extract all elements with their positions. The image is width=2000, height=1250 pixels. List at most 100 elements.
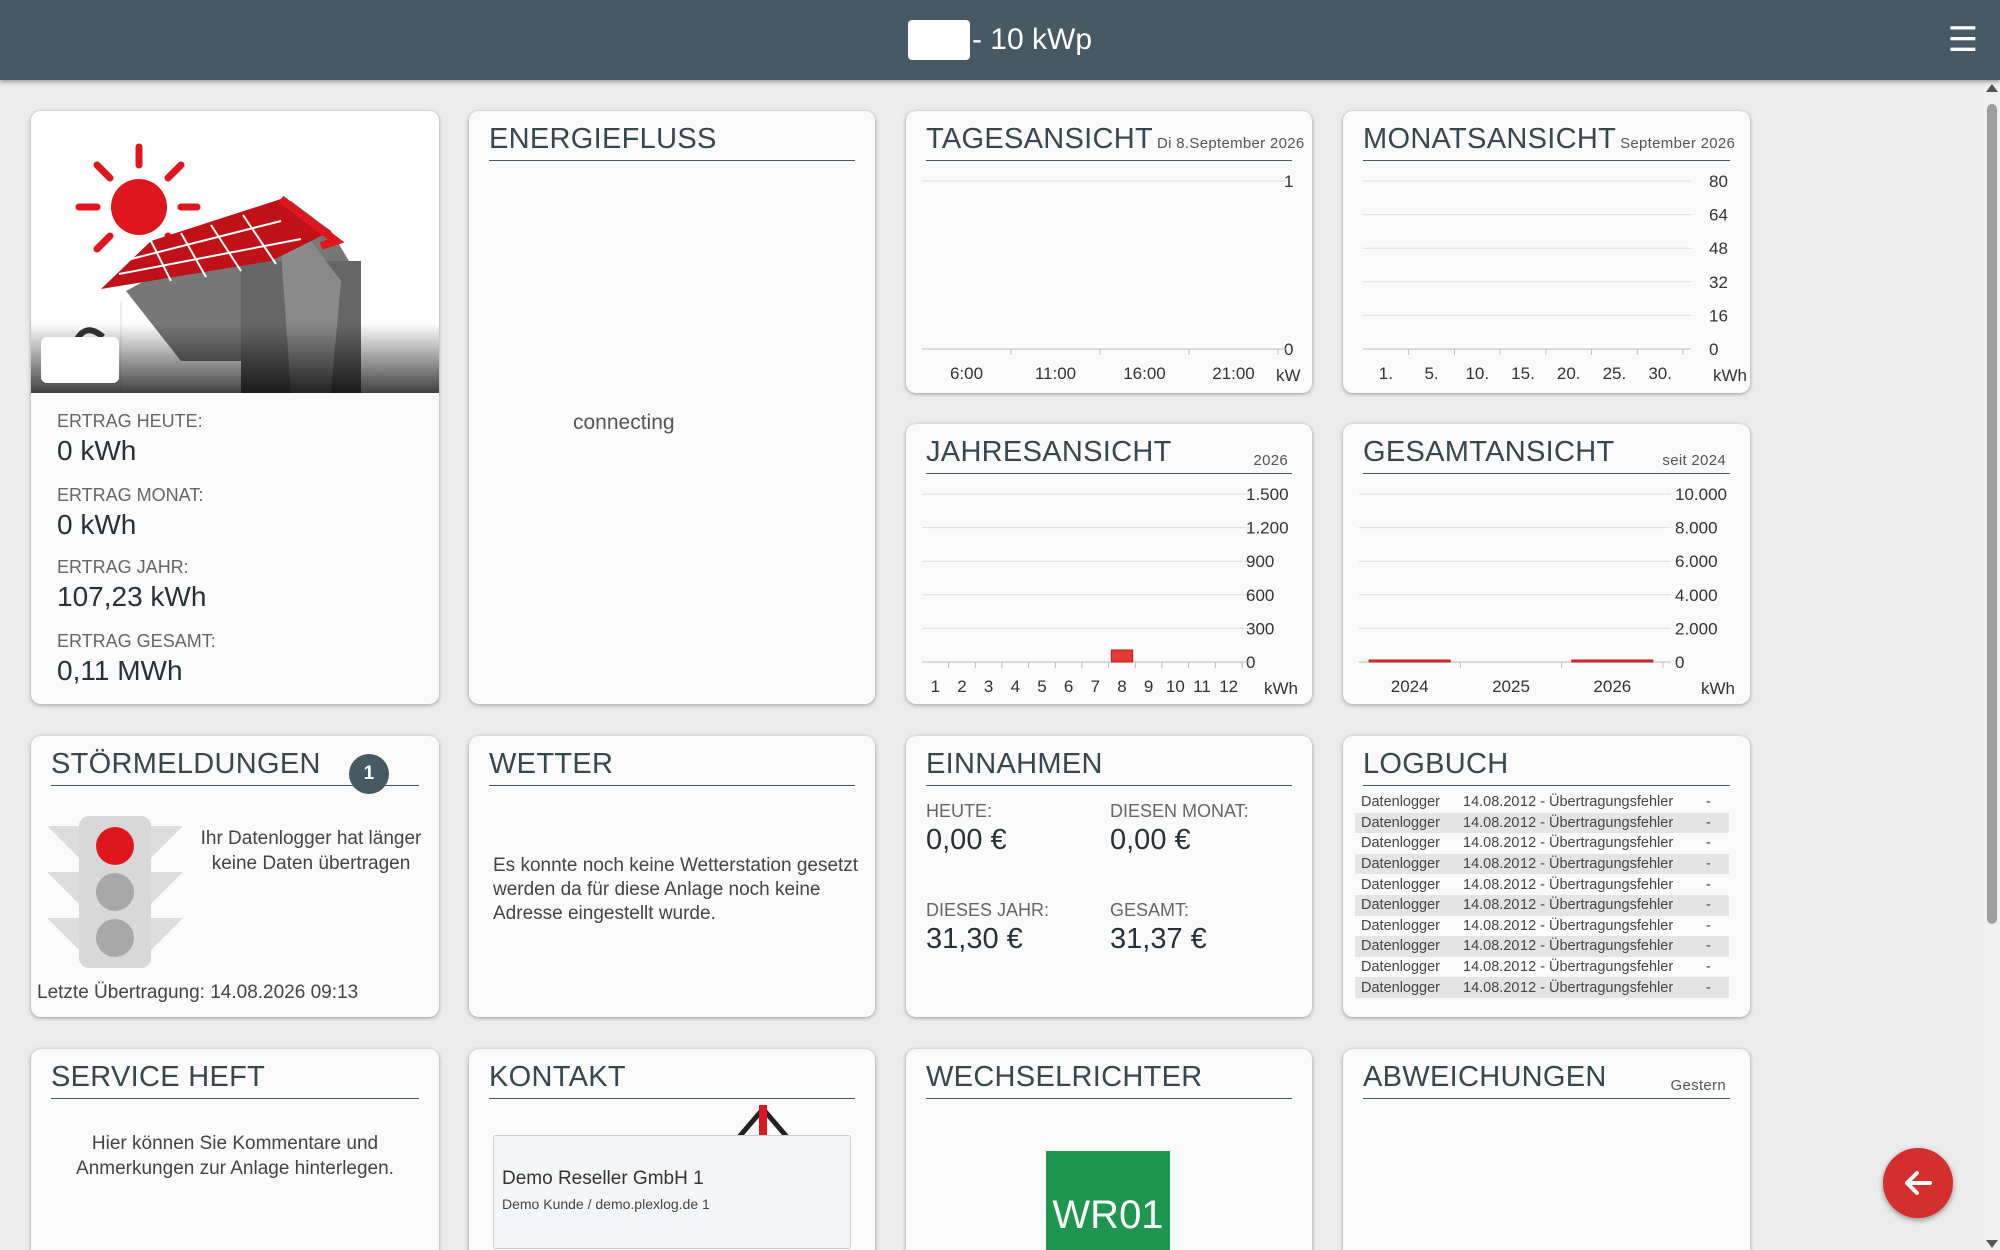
income-value-gesamt: 31,37 € (1110, 923, 1207, 955)
log-date: 14.08.2026 (1463, 959, 1520, 976)
card-title: STÖRMELDUNGEN 1 (51, 748, 419, 794)
kontakt-card[interactable]: KONTAKT Demo Reseller GmbH 1 Demo Kunde … (469, 1049, 875, 1250)
tagesansicht-card[interactable]: TAGESANSICHT Di 8.September 2026 0 1 kW 6:00… (906, 111, 1312, 393)
x-tick-label: 15. (1511, 364, 1535, 383)
traffic-light-icon (47, 816, 183, 968)
scroll-up-arrow-icon[interactable] (1986, 84, 1998, 92)
x-tick-label: 7 (1091, 677, 1100, 696)
income-value-jahr: 31,30 € (926, 923, 1023, 955)
y-tick-label: 600 (1246, 586, 1274, 605)
stat-value-jahr: 107,23 kWh (57, 581, 207, 612)
contact-box[interactable]: Demo Reseller GmbH 1 Demo Kunde / demo.p… (493, 1135, 851, 1249)
plant-title-text: - 10 kWp (971, 23, 1093, 56)
x-tick-label: 4 (1011, 677, 1020, 696)
log-row[interactable]: Datenlogger 14.08.202612 - Übertragungsfe… (1355, 936, 1729, 957)
log-source: Datenlogger (1361, 979, 1440, 996)
card-title: SERVICE HEFT (51, 1061, 419, 1099)
log-row[interactable]: Datenlogger 14.08.202612 - Übertragungsfe… (1355, 977, 1729, 998)
fault-message: Ihr Datenlogger hat länger keine Daten ü… (200, 828, 422, 874)
log-extra: - (1706, 876, 1711, 893)
einnahmen-card[interactable]: EINNAHMEN HEUTE: 0,00 € DIESEN MONAT: 0,… (906, 736, 1312, 1017)
x-tick-label: 2 (957, 677, 966, 696)
scrollbar-thumb[interactable] (1987, 104, 1997, 924)
income-value-monat: 0,00 € (1110, 824, 1191, 856)
log-date: 14.08.2026 (1463, 835, 1520, 852)
log-source: Datenlogger (1361, 835, 1440, 852)
log-source: Datenlogger (1361, 897, 1440, 914)
log-row[interactable]: Datenlogger 14.08.202612 - Übertragungsfe… (1355, 916, 1729, 937)
log-message: 12 - Übertragungsfehler (1520, 876, 1674, 893)
stat-value-monat: 0 kWh (57, 509, 137, 540)
log-row[interactable]: Datenlogger 14.08.202612 - Übertragungsfe… (1355, 957, 1729, 978)
card-title: ABWEICHUNGEN Gestern (1363, 1061, 1730, 1099)
month-chart[interactable]: 0 16 32 48 64 80 kWh 1. 5. 10. 15. 20. 25. 30. (1343, 111, 1750, 393)
log-date: 14.08.2026 (1463, 917, 1520, 934)
log-message: 12 - Übertragungsfehler (1520, 938, 1674, 955)
plant-badge (41, 337, 119, 383)
y-tick-label: 4.000 (1675, 586, 1718, 605)
hamburger-menu-icon[interactable]: ☰ (1946, 18, 1980, 62)
log-row[interactable]: Datenlogger 14.08.202612 - Übertragungsfe… (1355, 894, 1729, 916)
x-tick-label: 1 (931, 677, 940, 696)
stat-label-gesamt: ERTRAG GESAMT: (57, 631, 216, 651)
service-message: Hier können Sie Kommentare und Anmerkung… (76, 1133, 394, 1179)
energiefluss-card[interactable]: ENERGIEFLUSS connecting (469, 111, 875, 704)
total-chart[interactable]: 0 2.000 4.000 6.000 8.000 10.000 kWh 2024 2025 20… (1343, 424, 1750, 704)
log-extra: - (1706, 835, 1711, 852)
log-message: 12 - Übertragungsfehler (1520, 917, 1674, 934)
log-row[interactable]: Datenlogger 14.08.202612 - Übertragungsfe… (1355, 874, 1729, 895)
log-message: 12 - Übertragungsfehler (1520, 959, 1674, 976)
y-tick-label: 8.000 (1675, 519, 1718, 538)
card-title: KONTAKT (489, 1061, 855, 1099)
axis-unit-label: kWh (1713, 366, 1747, 385)
x-tick-label: 5 (1037, 677, 1046, 696)
gesamtansicht-card[interactable]: GESAMTANSICHT seit 2024 0 2.000 4.000 6.000 8… (1343, 424, 1750, 704)
y-tick-label: 10.000 (1675, 485, 1727, 504)
x-tick-label: 21:00 (1212, 364, 1255, 383)
log-row[interactable]: Datenlogger 14.08.202612 - Übertragungsfe… (1355, 853, 1729, 875)
logbuch-card[interactable]: LOGBUCH Datenlogger14.08.202612 - Übertr… (1343, 736, 1750, 1017)
reseller-logo-icon (737, 1105, 789, 1137)
log-message: 12 - Übertragungsfehler (1520, 835, 1674, 852)
scrollbar[interactable] (1984, 82, 2000, 1250)
stat-label-jahr: ERTRAG JAHR: (57, 557, 189, 577)
monatsansicht-card[interactable]: MONATSANSICHT September 2026 0 16 32 48 64 80 k… (1343, 111, 1750, 393)
x-tick-label: 1. (1379, 364, 1393, 383)
log-row[interactable]: Datenlogger 14.08.202612 - Übertragungsfe… (1355, 812, 1729, 834)
back-button[interactable] (1883, 1148, 1953, 1218)
stoermeldungen-card[interactable]: STÖRMELDUNGEN 1 Ihr Datenlogger hat länge… (31, 736, 439, 1017)
plant-name-placeholder (907, 20, 970, 60)
log-source: Datenlogger (1361, 794, 1440, 811)
log-date: 14.08.2026 (1463, 876, 1520, 893)
log-extra: - (1706, 856, 1711, 873)
jahresansicht-card[interactable]: JAHRESANSICHT 2026 0 300 600 900 1.200 1.500 kW… (906, 424, 1312, 704)
log-row[interactable]: Datenlogger 14.08.202612 - Übertragungsfe… (1355, 833, 1729, 854)
y-tick-label: 0 (1675, 653, 1684, 672)
y-tick-label: 6.000 (1675, 552, 1718, 571)
log-source: Datenlogger (1361, 917, 1440, 934)
log-source: Datenlogger (1361, 814, 1440, 831)
service-heft-card[interactable]: SERVICE HEFT Hier können Sie Kommentare … (31, 1049, 439, 1250)
house-solar-image (31, 111, 439, 393)
scroll-down-arrow-icon[interactable] (1986, 1240, 1998, 1248)
inverter-tile[interactable]: WR01 (1046, 1151, 1170, 1250)
day-chart[interactable]: 01kW6:00 11:00 16:00 21:00 (906, 111, 1312, 393)
wetter-card[interactable]: WETTER Es konnte noch keine Wetterstatio… (469, 736, 875, 1017)
x-tick-label: 6:00 (950, 364, 983, 383)
log-source: Datenlogger (1361, 938, 1440, 955)
year-chart[interactable]: 03006009001.2001.500kWh1 2 3 4 5 6 7 8 9 10 11 12 (906, 424, 1312, 704)
axis-unit-label: kW (1276, 366, 1301, 385)
connection-status: connecting (573, 411, 675, 434)
log-row[interactable]: Datenlogger 14.08.202612 - Übertragungsfe… (1355, 792, 1729, 813)
abweichungen-card[interactable]: ABWEICHUNGEN Gestern (1343, 1049, 1750, 1250)
log-list[interactable]: Datenlogger14.08.202612 - Übertragungsfe… (1355, 792, 1729, 998)
plant-title: - 10 kWp (0, 0, 2000, 80)
y-tick-label: 1.500 (1246, 485, 1289, 504)
income-label-jahr: DIESES JAHR: (926, 900, 1050, 920)
income-value-heute: 0,00 € (926, 824, 1007, 856)
arrow-left-icon (1905, 1171, 1932, 1195)
y-tick-label: 32 (1709, 273, 1728, 292)
x-tick-label: 2025 (1492, 677, 1530, 696)
axis-unit-label: kWh (1264, 679, 1298, 698)
wechselrichter-card[interactable]: WECHSELRICHTER WR01 (906, 1049, 1312, 1250)
